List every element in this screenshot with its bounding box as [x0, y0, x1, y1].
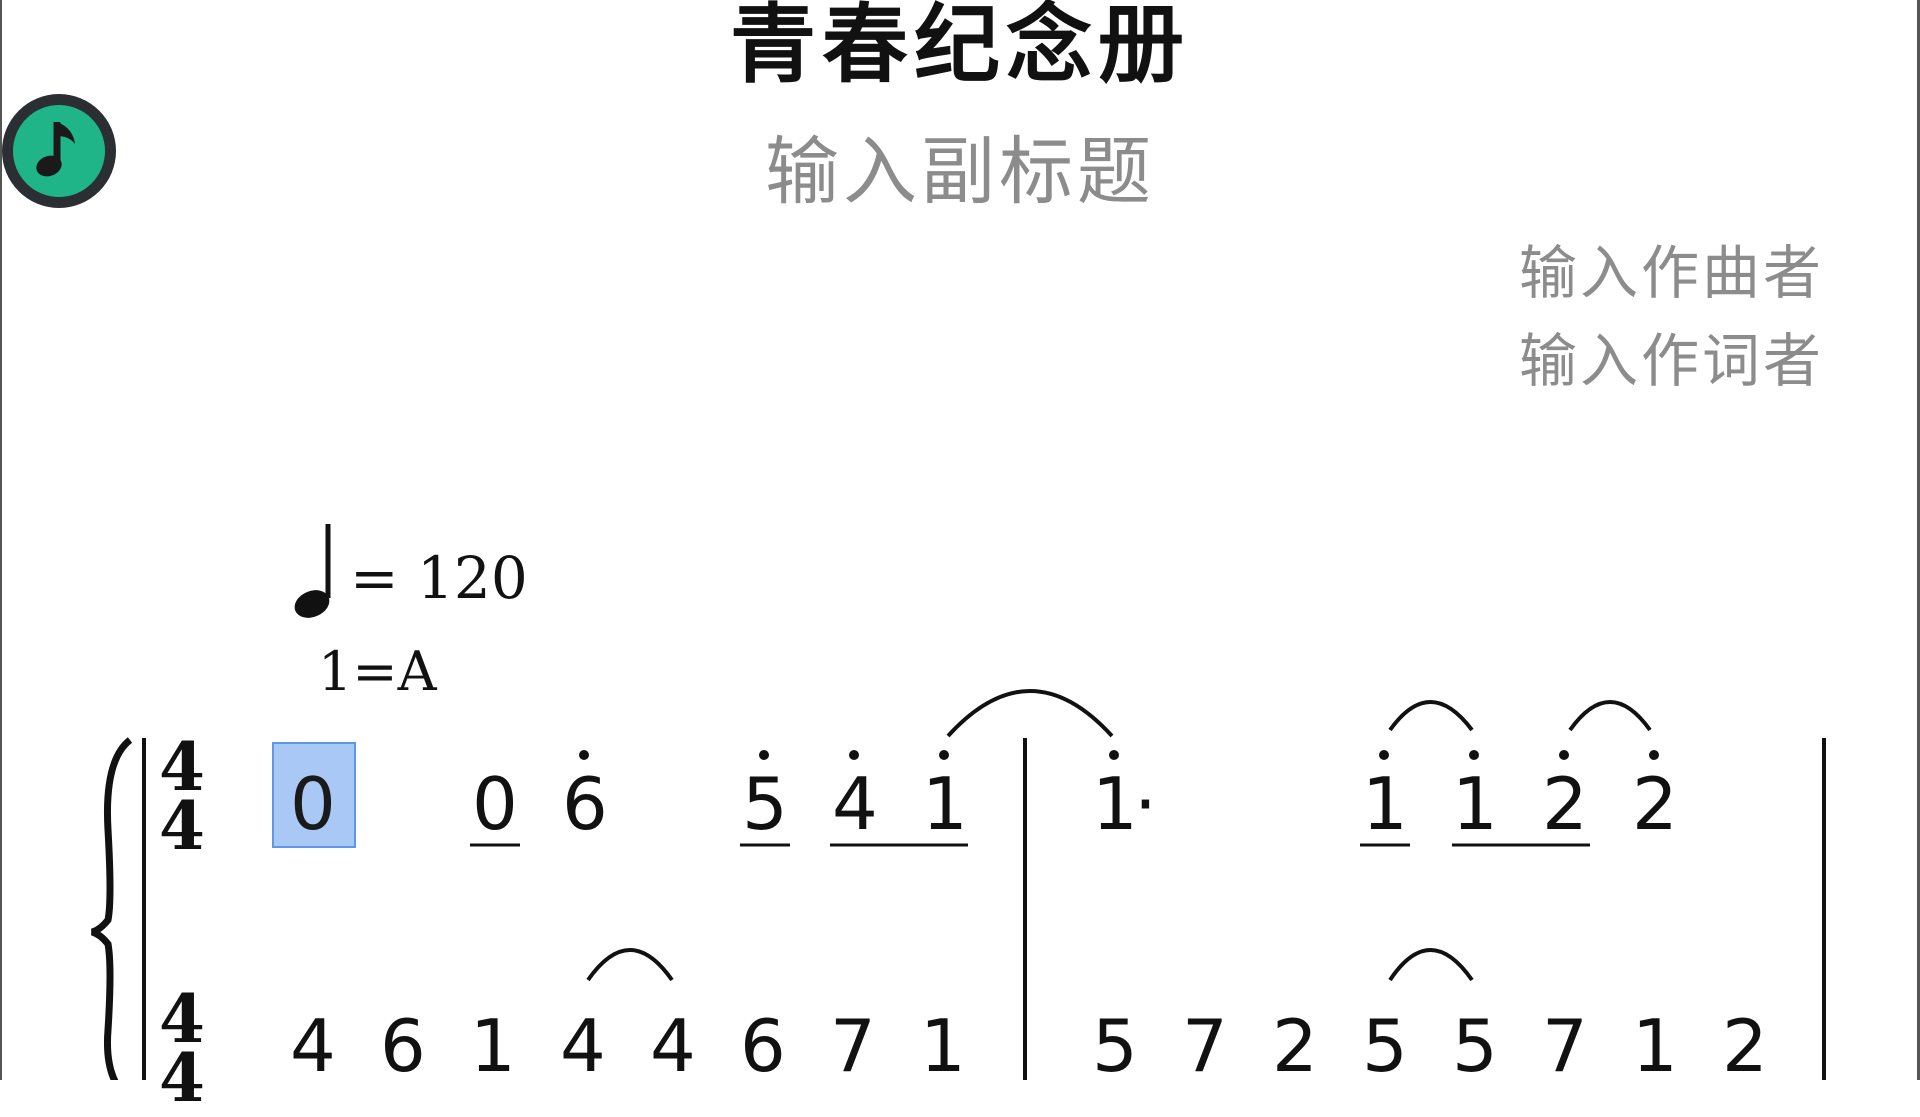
octave-dot — [1469, 750, 1479, 760]
note[interactable]: 4 — [832, 768, 878, 840]
note[interactable]: 2 — [1272, 1010, 1318, 1082]
time-signature-upper[interactable]: 4 4 — [152, 734, 212, 866]
tie-arc — [586, 948, 674, 982]
note[interactable]: 6 — [380, 1010, 426, 1082]
tie-arc — [1388, 700, 1474, 732]
score-lines — [90, 689, 1826, 1080]
note[interactable]: 7 — [1542, 1010, 1588, 1082]
note[interactable]: 1 — [922, 768, 968, 840]
note[interactable]: 7 — [830, 1010, 876, 1082]
note[interactable]: 4 — [290, 1010, 336, 1082]
octave-dot — [579, 750, 589, 760]
time-signature-bottom: 4 — [159, 1039, 205, 1117]
octave-dot — [1649, 750, 1659, 760]
note[interactable]: 4 — [650, 1010, 696, 1082]
octave-dot — [939, 750, 949, 760]
note[interactable]: 6 — [740, 1010, 786, 1082]
note[interactable]: 1 — [920, 1010, 966, 1082]
note[interactable]: 0 — [290, 768, 336, 840]
note[interactable]: 1 — [1092, 768, 1138, 840]
note[interactable]: 2 — [1722, 1010, 1768, 1082]
note[interactable]: 7 — [1182, 1010, 1228, 1082]
note[interactable]: 5 — [742, 768, 788, 840]
octave-dot — [1109, 750, 1119, 760]
note[interactable]: 1 — [470, 1010, 516, 1082]
octave-dot — [759, 750, 769, 760]
time-signature-lower[interactable]: 4 4 — [152, 986, 212, 1117]
octave-dot — [849, 750, 859, 760]
note[interactable]: 0 — [472, 768, 518, 840]
note[interactable]: 1 — [1632, 1010, 1678, 1082]
note[interactable]: 2 — [1542, 768, 1588, 840]
note[interactable]: 5 — [1452, 1010, 1498, 1082]
note[interactable]: 1 — [1452, 768, 1498, 840]
system-brace — [90, 737, 133, 1080]
note[interactable]: 2 — [1632, 768, 1678, 840]
note[interactable]: 5 — [1092, 1010, 1138, 1082]
time-signature-bottom: 4 — [159, 787, 205, 866]
dot-duration: · — [1134, 762, 1157, 846]
tie-arc — [1388, 948, 1474, 982]
tie-arc — [1568, 700, 1652, 732]
octave-dot — [1379, 750, 1389, 760]
note[interactable]: 6 — [562, 768, 608, 840]
note[interactable]: 1 — [1362, 768, 1408, 840]
tie-arc — [946, 689, 1114, 738]
note[interactable]: 5 — [1362, 1010, 1408, 1082]
octave-dot — [1559, 750, 1569, 760]
note[interactable]: 4 — [560, 1010, 606, 1082]
